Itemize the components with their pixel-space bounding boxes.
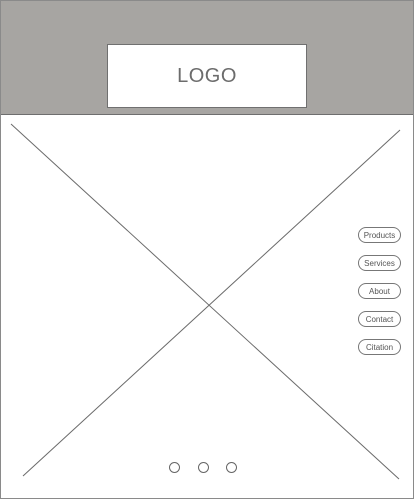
logo-text: LOGO (177, 64, 237, 87)
placeholder-x-icon (10, 123, 401, 480)
carousel-dot-2[interactable] (198, 462, 209, 473)
nav-contact-button[interactable]: Contact (358, 311, 401, 327)
logo[interactable]: LOGO (107, 44, 307, 108)
hero-image-placeholder: Products Services About Contact Citation (1, 115, 413, 498)
nav-services-label: Services (364, 258, 395, 268)
nav-about-label: About (369, 286, 390, 296)
nav-citation-label: Citation (365, 342, 394, 352)
nav-about-button[interactable]: About (358, 283, 401, 299)
nav-citation-button[interactable]: Citation (358, 339, 401, 355)
page-frame: LOGO Products Services About Contact Cit… (0, 0, 414, 499)
carousel-dots (169, 462, 241, 474)
carousel-dot-3[interactable] (226, 462, 237, 473)
nav-products-label: Products (363, 230, 396, 240)
header: LOGO (1, 1, 413, 115)
carousel-dot-1[interactable] (169, 462, 180, 473)
nav-services-button[interactable]: Services (358, 255, 401, 271)
nav-products-button[interactable]: Products (358, 227, 401, 243)
nav-contact-label: Contact (365, 314, 394, 324)
